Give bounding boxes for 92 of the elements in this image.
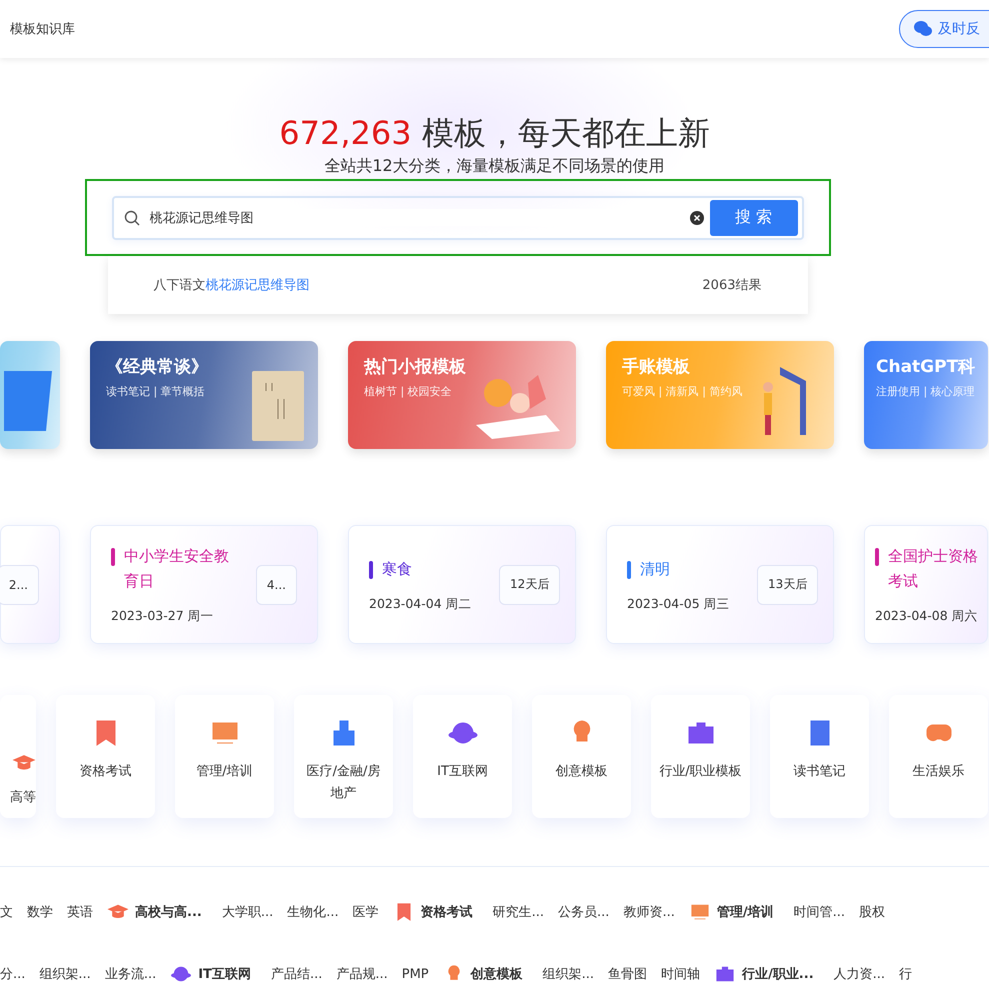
feedback-button[interactable]: 及时反 [899, 10, 989, 48]
tag-link[interactable]: 分... [0, 965, 26, 983]
tag-link[interactable]: 生物化... [287, 903, 339, 921]
banner-subtitle: 植树节 | 校园安全 [364, 384, 453, 399]
banner-subtitle: 可爱风 | 清新风 | 简约风 [622, 384, 744, 399]
category-label: 行业/职业模板 [658, 763, 743, 781]
category-link[interactable]: IT互联网 [170, 963, 251, 985]
category-link[interactable]: 资格考试 [392, 901, 473, 923]
chat-icon [914, 21, 932, 37]
tag-link[interactable]: 产品规... [336, 965, 388, 983]
category-tile[interactable]: 资格考试 [56, 695, 155, 818]
link-text: 创意模板 [470, 966, 523, 983]
event-card[interactable]: 中小学生安全教育日 2023-03-27 周一 4... [90, 525, 318, 644]
tag-link[interactable]: PMP [402, 966, 429, 982]
link-text: 资格考试 [420, 904, 473, 921]
tag-link[interactable]: 人力资... [834, 965, 886, 983]
search-icon [124, 210, 140, 226]
link-text: IT互联网 [198, 966, 251, 983]
link-text: 行业/职业... [742, 966, 814, 983]
event-title: 中小学生安全教育日 [124, 546, 230, 592]
category-tile[interactable]: IT互联网 [413, 695, 512, 818]
tag-link[interactable]: 产品结... [270, 965, 322, 983]
tag-link[interactable]: 公务员... [558, 903, 610, 921]
hero-title: 672,263 模板，每天都在上新 [279, 113, 710, 154]
event-date: 2023-03-27 周一 [111, 608, 215, 625]
link-text: 高校与高... [135, 904, 202, 921]
event-card[interactable]: 2... [0, 525, 60, 644]
category-label: 高等 [10, 789, 36, 807]
category-tile[interactable]: 医疗/金融/房地产 [294, 695, 393, 818]
suggestion-text: 八下语文桃花源记思维导图 [154, 277, 310, 294]
banner-subtitle: 注册使用 | 核心原理 [876, 384, 976, 399]
event-date: 2023-04-08 周六 [875, 608, 979, 625]
category-label: 读书笔记 [792, 763, 846, 781]
category-label: IT互联网 [436, 763, 489, 781]
event-card[interactable]: 寒食 2023-04-04 周二 12天后 [348, 525, 576, 644]
tag-link[interactable]: 业务流... [104, 965, 156, 983]
category-label: 管理/培训 [195, 763, 254, 781]
category-label: 资格考试 [78, 763, 132, 781]
banner-card[interactable] [0, 341, 60, 449]
tag-link[interactable]: 行 [899, 965, 912, 983]
banner-title: 《经典常谈》 [106, 356, 209, 378]
category-label: 医疗/金融/房地产 [306, 763, 382, 803]
suggestion-item[interactable]: 八下语文桃花源记思维导图 2063结果 [108, 256, 808, 314]
tag-link[interactable]: 组织架... [542, 965, 594, 983]
banner-title: 手账模板 [622, 356, 691, 378]
tag-link[interactable]: 时间轴 [661, 965, 700, 983]
result-count: 2063结果 [702, 277, 762, 294]
event-card[interactable]: 全国护士资格考试 2023-04-08 周六 [864, 525, 988, 644]
countdown-badge: 2... [0, 564, 39, 604]
event-card[interactable]: 清明 2023-04-05 周三 13天后 [606, 525, 834, 644]
banner-subtitle: 读书笔记 | 章节概括 [106, 384, 206, 399]
category-link[interactable]: 行业/职业... [714, 963, 814, 985]
category-tile[interactable]: 管理/培训 [175, 695, 274, 818]
tag-link[interactable]: 文 [0, 903, 13, 921]
category-link[interactable]: 管理/培训 [688, 901, 774, 923]
category-tile[interactable]: 行业/职业模板 [651, 695, 750, 818]
tag-link[interactable]: 数学 [27, 903, 53, 921]
category-tile[interactable]: 读书笔记 [770, 695, 869, 818]
countdown-badge: 12天后 [499, 564, 560, 604]
event-title: 全国护士资格考试 [888, 546, 979, 592]
tag-link[interactable]: 教师资... [623, 903, 675, 921]
event-title: 寒食 [382, 558, 412, 580]
category-tile[interactable]: 生活娱乐 [889, 695, 988, 818]
banner-card[interactable]: 《经典常谈》 读书笔记 | 章节概括 [90, 341, 318, 449]
tag-link[interactable]: 医学 [352, 903, 379, 921]
category-label: 生活娱乐 [912, 763, 966, 781]
category-link[interactable]: 创意模板 [442, 963, 523, 985]
category-link[interactable]: 高校与高... [107, 901, 202, 923]
search-button[interactable]: 搜 索 [710, 200, 798, 236]
tag-link[interactable]: 时间管... [794, 903, 846, 921]
tag-link[interactable]: 英语 [67, 903, 93, 921]
event-date: 2023-04-04 周二 [369, 596, 473, 612]
category-tile[interactable]: 高等 [0, 695, 36, 818]
event-title: 清明 [640, 558, 670, 580]
banner-title: ChatGPT科 [876, 356, 976, 378]
tag-link[interactable]: 股权 [859, 903, 886, 921]
category-tile[interactable]: 创意模板 [532, 695, 631, 818]
category-label: 创意模板 [554, 763, 608, 781]
book-cover-drawing [252, 371, 304, 441]
hero-subtitle: 全站共12大分类，海量模板满足不同场景的使用 [324, 156, 665, 177]
event-date: 2023-04-05 周三 [627, 596, 731, 612]
clear-icon[interactable] [690, 210, 704, 224]
banner-title: 热门小报模板 [364, 356, 467, 378]
site-title[interactable]: 模板知识库 [10, 20, 75, 38]
tag-link[interactable]: 研究生... [492, 903, 544, 921]
countdown-badge: 13天后 [757, 564, 818, 604]
countdown-badge: 4... [256, 564, 297, 604]
search-field[interactable]: 桃花源记思维导图 搜 索 [112, 196, 804, 240]
link-text: 管理/培训 [716, 904, 774, 921]
tag-link[interactable]: 组织架... [39, 965, 91, 983]
tag-link[interactable]: 大学职... [222, 903, 274, 921]
tag-link[interactable]: 鱼骨图 [608, 965, 648, 983]
